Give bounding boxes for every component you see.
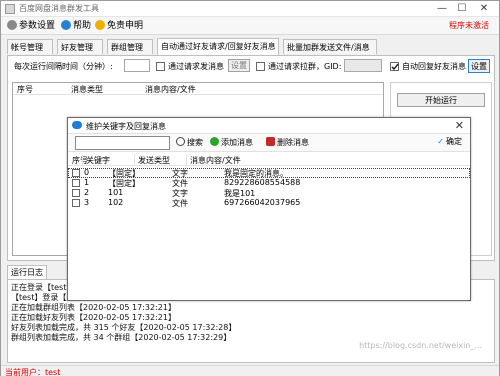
menu-bar: 参数设置 帮助 免责申明 程序未激活: [1, 17, 499, 35]
interval-input[interactable]: [124, 59, 150, 72]
col-separator: [186, 154, 187, 166]
row-index: 2: [84, 188, 90, 197]
pull-group-label: 通过请求拉群，GID:: [268, 62, 342, 71]
log-line: 群组列表加载完成，共 34 个群组【2020-02-05 17:32:29】: [11, 333, 232, 342]
activation-warning[interactable]: 程序未激活: [449, 20, 489, 31]
dialog-close-button[interactable]: ✕: [455, 119, 464, 132]
menu-item-settings[interactable]: 参数设置: [7, 20, 55, 32]
current-user: 当前用户：test: [5, 368, 61, 376]
send-msg-checkbox[interactable]: [156, 62, 165, 71]
row-checkbox[interactable]: [72, 169, 80, 177]
minimize-button[interactable]: —: [435, 3, 449, 15]
col-content: 消息内容/文件: [190, 156, 241, 165]
gear-icon: [7, 20, 17, 30]
cloud-icon: [72, 121, 82, 129]
setup-button[interactable]: 设置: [228, 59, 250, 72]
row-checkbox[interactable]: [72, 189, 80, 197]
help-icon: [61, 20, 71, 30]
settings-row: 每次运行间隔时间（分钟）: 通过请求发消息 设置 通过请求拉群，GID: 自动回…: [8, 56, 494, 76]
gid-input[interactable]: [344, 59, 382, 72]
col-msg-content: 消息内容/文件: [145, 85, 196, 94]
maximize-button[interactable]: ☐: [455, 3, 469, 15]
tab-account[interactable]: 帐号管理: [7, 39, 53, 54]
check-icon: [391, 63, 399, 71]
tab-auto-reply[interactable]: 自动通过好友请求/回复好友消息: [157, 38, 279, 55]
search-label: 搜索: [187, 138, 203, 147]
message-list-header: 序号 消息类型 消息内容/文件: [13, 83, 383, 95]
delete-icon: [266, 137, 275, 146]
menu-item-label: 帮助: [73, 21, 92, 31]
col-keyword: 关键字: [86, 156, 110, 165]
search-icon: [176, 137, 185, 146]
tab-friends[interactable]: 好友管理: [57, 39, 103, 54]
menu-item-label: 免责申明: [107, 21, 144, 31]
tab-run-log[interactable]: 运行日志: [7, 265, 47, 279]
delete-message-label: 删除消息: [277, 138, 309, 147]
row-index: 1: [84, 178, 90, 187]
checkmark-icon: ✓: [437, 137, 444, 146]
col-index: 序号: [17, 85, 33, 94]
col-separator: [134, 154, 135, 166]
col-msg-type: 消息类型: [71, 85, 103, 94]
row-content: 697266042037965: [224, 198, 301, 207]
row-content: 829228608554588: [224, 178, 301, 187]
dialog-title: 维护关键字及回复消息: [86, 122, 166, 131]
setup-button-2[interactable]: 设置: [468, 59, 490, 73]
tab-groups[interactable]: 群组管理: [107, 39, 153, 54]
window-title: 百度网盘消息群发工具: [19, 4, 99, 13]
row-checkbox[interactable]: [72, 179, 80, 187]
tab-bulk-send[interactable]: 批量加群发送文件/消息: [283, 39, 377, 54]
keyword-dialog: 维护关键字及回复消息 ✕ 搜索 添加消息 删除消息 ✓ 确定 序号 关键字 发送…: [67, 117, 471, 301]
add-message-button[interactable]: 添加消息: [210, 136, 253, 150]
pull-group-checkbox[interactable]: [256, 62, 265, 71]
delete-message-button[interactable]: 删除消息: [266, 136, 309, 150]
menu-item-disclaimer[interactable]: 免责申明: [95, 20, 143, 32]
interval-label: 每次运行间隔时间（分钟）:: [14, 62, 113, 71]
row-checkbox[interactable]: [72, 199, 80, 207]
col-separator: [82, 154, 83, 166]
col-send-type: 发送类型: [138, 156, 170, 165]
add-message-label: 添加消息: [221, 138, 253, 147]
main-window: 百度网盘消息群发工具 — ☐ ✕ 参数设置 帮助 免责申明 程序未激活 帐号管理…: [0, 0, 500, 376]
send-msg-label: 通过请求发消息: [168, 62, 224, 71]
watermark: https://blog.csdn.net/weixin_...: [359, 341, 482, 350]
auto-reply-label: 自动回复好友消息: [402, 62, 466, 71]
ok-button[interactable]: ✓ 确定: [437, 136, 462, 147]
keyword-grid: 序号 关键字 发送类型 消息内容/文件 0 【固定】 文字 我是固定的消息。 1…: [68, 154, 470, 294]
row-type: 文件: [172, 199, 188, 208]
dialog-title-bar: 维护关键字及回复消息 ✕: [68, 118, 470, 134]
ok-label: 确定: [446, 137, 462, 146]
add-icon: [210, 137, 219, 146]
app-icon: [5, 4, 15, 14]
close-button[interactable]: ✕: [477, 3, 491, 15]
row-index: 3: [84, 198, 90, 207]
status-bar: 当前用户：test: [1, 365, 499, 376]
search-button[interactable]: 搜索: [176, 136, 203, 150]
title-bar: 百度网盘消息群发工具 — ☐ ✕: [1, 1, 499, 17]
search-input[interactable]: [75, 136, 170, 150]
dialog-toolbar: 搜索 添加消息 删除消息 ✓ 确定: [68, 134, 470, 152]
warning-icon: [95, 20, 105, 30]
tab-bar: 帐号管理 好友管理 群组管理 自动通过好友请求/回复好友消息 批量加群发送文件/…: [7, 38, 377, 55]
row-keyword: 102: [108, 198, 124, 207]
row-index: 0: [84, 168, 90, 177]
row-keyword: 101: [108, 188, 124, 197]
window-controls: — ☐ ✕: [435, 3, 495, 15]
table-row[interactable]: 0 【固定】 文字 我是固定的消息。: [68, 168, 470, 178]
auto-reply-checkbox[interactable]: [390, 62, 399, 71]
table-row[interactable]: 2 101 文字 我是101: [68, 188, 470, 198]
table-row[interactable]: 3 102 文件 697266042037965: [68, 198, 470, 208]
keyword-grid-header: 序号 关键字 发送类型 消息内容/文件: [68, 154, 470, 166]
menu-item-label: 参数设置: [19, 21, 56, 31]
table-row[interactable]: 1 【固定】 文件 829228608554588: [68, 178, 470, 188]
menu-item-help[interactable]: 帮助: [61, 20, 91, 32]
start-button[interactable]: 开始运行: [397, 93, 485, 107]
